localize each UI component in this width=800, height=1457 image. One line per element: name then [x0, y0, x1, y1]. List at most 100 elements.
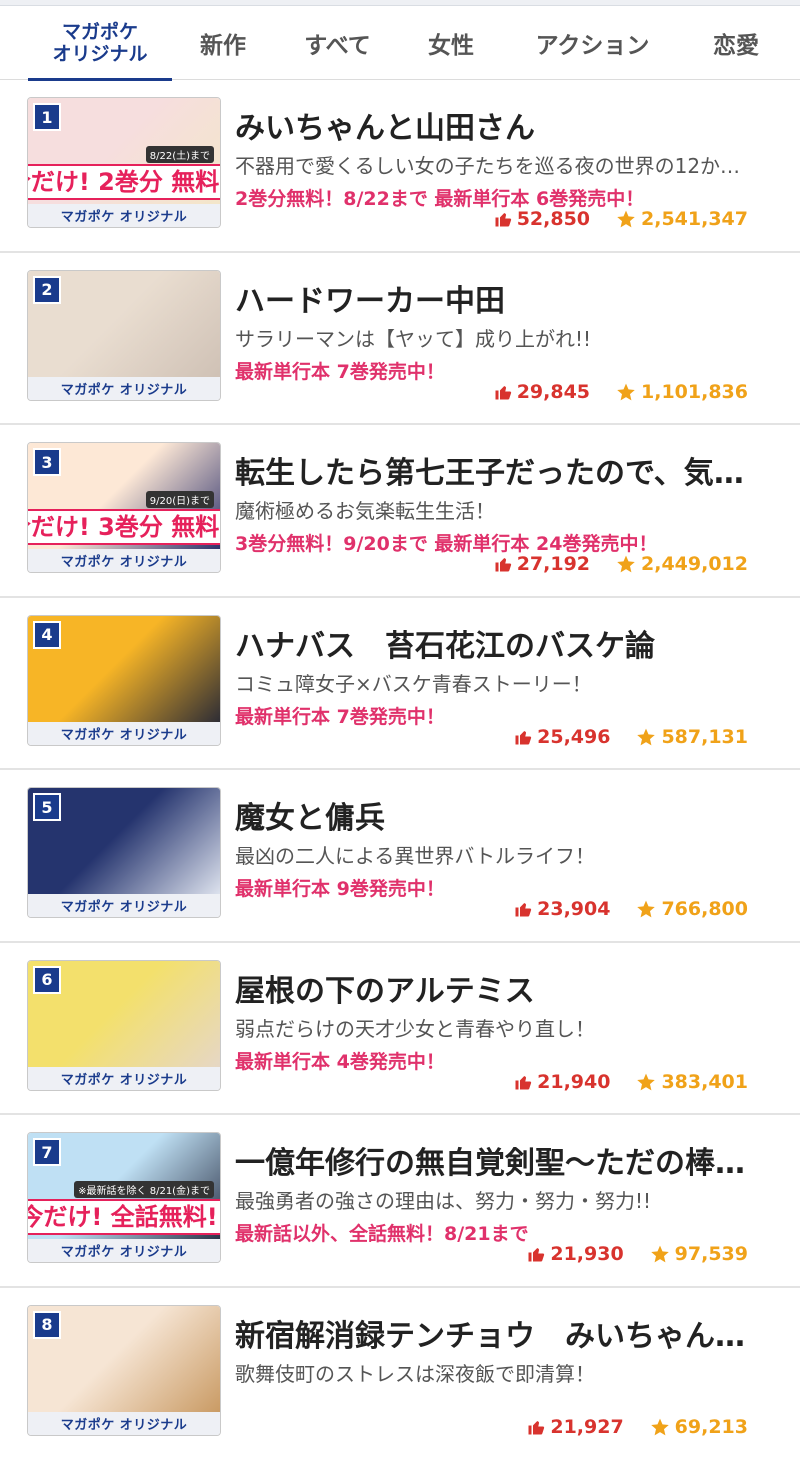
item-title[interactable]: ハナバス 苔石花江のバスケ論	[235, 621, 770, 665]
list-item[interactable]: 5 マガポケ オリジナル 魔女と傭兵 最凶の二人による異世界バトルライフ！ 最新…	[0, 770, 800, 943]
list-item[interactable]: 1 マガポケ オリジナル 今だけ! 2巻分 無料!!8/22(土)まで みいちゃ…	[0, 80, 800, 253]
brand-label: マガポケ オリジナル	[28, 1239, 220, 1262]
promo-deadline: 9/20(日)まで	[145, 491, 214, 508]
likes-count: 25,496	[537, 725, 611, 748]
tab-label: 女性	[428, 33, 474, 59]
item-stats: 21,927 69,213	[527, 1416, 748, 1438]
promo-text: 今だけ! 3巻分 無料!!	[28, 509, 220, 545]
stars-count: 1,101,836	[641, 380, 748, 403]
likes: 21,930	[527, 1243, 624, 1265]
tab-female[interactable]: 女性	[410, 6, 492, 80]
tab-label: アクション	[535, 33, 650, 59]
item-title[interactable]: 一億年修行の無自覚剣聖〜ただの棒だ…	[235, 1138, 770, 1182]
title-thumbnail[interactable]: 3 マガポケ オリジナル 今だけ! 3巻分 無料!!9/20(日)まで	[27, 442, 221, 573]
item-description: サラリーマンは【ヤッて】成り上がれ!!	[235, 326, 592, 351]
thumbs-up-icon	[528, 1248, 545, 1262]
rank-badge: 3	[33, 448, 61, 476]
item-stats: 25,496 587,131	[514, 726, 748, 748]
tab-magapoke-original[interactable]: マガポケ オリジナル	[28, 6, 172, 81]
item-stats: 21,940 383,401	[514, 1071, 748, 1093]
thumbs-up-icon	[515, 1075, 532, 1089]
free-promo-banner: 今だけ! 全話無料!!	[28, 1198, 220, 1236]
free-promo-banner: 今だけ! 2巻分 無料!!	[28, 163, 220, 201]
item-description: 最強勇者の強さの理由は、努力・努力・努力!!	[235, 1189, 652, 1213]
likes-count: 29,845	[516, 380, 591, 403]
star-icon	[637, 1073, 656, 1090]
likes: 21,927	[527, 1416, 624, 1438]
title-thumbnail[interactable]: 2 マガポケ オリジナル	[27, 269, 221, 401]
item-stats: 29,845 1,101,836	[494, 381, 748, 403]
tab-label-line1: マガポケ	[61, 21, 138, 43]
rank-badge: 8	[33, 1310, 61, 1339]
thumbs-up-icon	[495, 213, 511, 227]
rank-badge: 7	[33, 1138, 61, 1166]
item-title[interactable]: みいちゃんと山田さん	[235, 103, 770, 147]
tab-new[interactable]: 新作	[180, 6, 266, 80]
rank-badge: 2	[33, 275, 61, 304]
title-thumbnail[interactable]: 4 マガポケ オリジナル	[27, 614, 221, 746]
likes: 25,496	[514, 726, 610, 748]
thumbs-up-icon	[528, 1420, 545, 1434]
star-icon	[637, 728, 656, 745]
list-item[interactable]: 2 マガポケ オリジナル ハードワーカー中田 サラリーマンは【ヤッて】成り上がれ…	[0, 253, 800, 425]
list-item[interactable]: 4 マガポケ オリジナル ハナバス 苔石花江のバスケ論 コミュ障女子×バスケ青春…	[0, 598, 800, 770]
title-thumbnail[interactable]: 7 マガポケ オリジナル 今だけ! 全話無料!! ※最新話を除く 8/21(金)ま…	[27, 1132, 221, 1263]
stars-count: 2,449,012	[641, 553, 748, 575]
rank-badge: 1	[33, 103, 61, 131]
likes: 27,192	[494, 553, 590, 575]
stars: 97,539	[650, 1243, 748, 1265]
brand-label: マガポケ オリジナル	[28, 549, 220, 572]
item-description: 弱点だらけの天才少女と青春やり直し！	[235, 1016, 595, 1041]
list-item[interactable]: 3 マガポケ オリジナル 今だけ! 3巻分 無料!!9/20(日)まで 転生した…	[0, 425, 800, 598]
star-icon	[617, 555, 635, 573]
rank-badge: 5	[33, 793, 61, 821]
list-item[interactable]: 6 マガポケ オリジナル 屋根の下のアルテミス 弱点だらけの天才少女と青春やり直…	[0, 943, 800, 1115]
likes-count: 21,940	[537, 1070, 611, 1093]
stars: 2,541,347	[616, 208, 748, 230]
list-item[interactable]: 7 マガポケ オリジナル 今だけ! 全話無料!! ※最新話を除く 8/21(金)ま…	[0, 1115, 800, 1288]
item-note: 最新単行本 9巻発売中！	[235, 878, 445, 900]
star-icon	[637, 900, 656, 918]
brand-label: マガポケ オリジナル	[28, 204, 220, 227]
stars-count: 383,401	[661, 1070, 748, 1093]
item-title[interactable]: 新宿解消録テンチョウ みいちゃんと…	[235, 1311, 770, 1355]
promo-deadline: ※最新話を除く 8/21(金)まで	[74, 1181, 214, 1198]
tab-all[interactable]: すべて	[290, 6, 385, 80]
stars-count: 2,541,347	[641, 208, 748, 230]
tab-action[interactable]: アクション	[520, 6, 665, 80]
item-title[interactable]: ハードワーカー中田	[235, 276, 770, 320]
star-icon	[617, 210, 635, 228]
stars: 587,131	[636, 726, 748, 748]
thumbs-up-icon	[495, 558, 511, 572]
title-thumbnail[interactable]: 5 マガポケ オリジナル	[27, 787, 221, 918]
star-icon	[650, 1418, 669, 1435]
stars-count: 766,800	[661, 898, 748, 920]
list-item[interactable]: 8 マガポケ オリジナル 新宿解消録テンチョウ みいちゃんと… 歌舞伎町のストレ…	[0, 1288, 800, 1457]
item-stats: 27,192 2,449,012	[494, 553, 748, 575]
item-description: コミュ障女子×バスケ青春ストーリー！	[235, 671, 592, 696]
stars: 766,800	[636, 898, 748, 920]
item-stats: 21,930 97,539	[527, 1243, 748, 1265]
item-note: 最新単行本 4巻発売中！	[235, 1050, 445, 1073]
item-title[interactable]: 転生したら第七王子だったので、気ま…	[235, 448, 770, 492]
stars: 383,401	[636, 1071, 748, 1093]
tab-romance[interactable]: 恋愛	[692, 6, 780, 80]
stars-count: 69,213	[674, 1415, 748, 1438]
thumbs-up-icon	[515, 903, 532, 917]
likes-count: 23,904	[537, 898, 611, 920]
item-title[interactable]: 屋根の下のアルテミス	[235, 966, 770, 1010]
brand-label: マガポケ オリジナル	[28, 1411, 220, 1435]
item-title[interactable]: 魔女と傭兵	[235, 793, 770, 837]
item-note: 最新単行本 7巻発売中！	[235, 360, 445, 383]
star-icon	[650, 1245, 669, 1263]
category-tabs: マガポケ オリジナル 新作 すべて 女性 アクション 恋愛	[0, 6, 800, 81]
item-description: 不器用で愛くるしい女の子たちを巡る夜の世界の12か…	[235, 154, 741, 178]
title-thumbnail[interactable]: 6 マガポケ オリジナル	[27, 959, 221, 1091]
likes-count: 21,930	[550, 1243, 624, 1265]
item-note: 最新話以外、全話無料！8/21まで	[235, 1223, 529, 1245]
title-thumbnail[interactable]: 8 マガポケ オリジナル	[27, 1304, 221, 1436]
tab-label: 新作	[200, 33, 246, 59]
item-stats: 23,904 766,800	[514, 898, 748, 920]
item-note: 3巻分無料！9/20まで 最新単行本 24巻発売中！	[235, 533, 658, 555]
title-thumbnail[interactable]: 1 マガポケ オリジナル 今だけ! 2巻分 無料!!8/22(土)まで	[27, 97, 221, 228]
